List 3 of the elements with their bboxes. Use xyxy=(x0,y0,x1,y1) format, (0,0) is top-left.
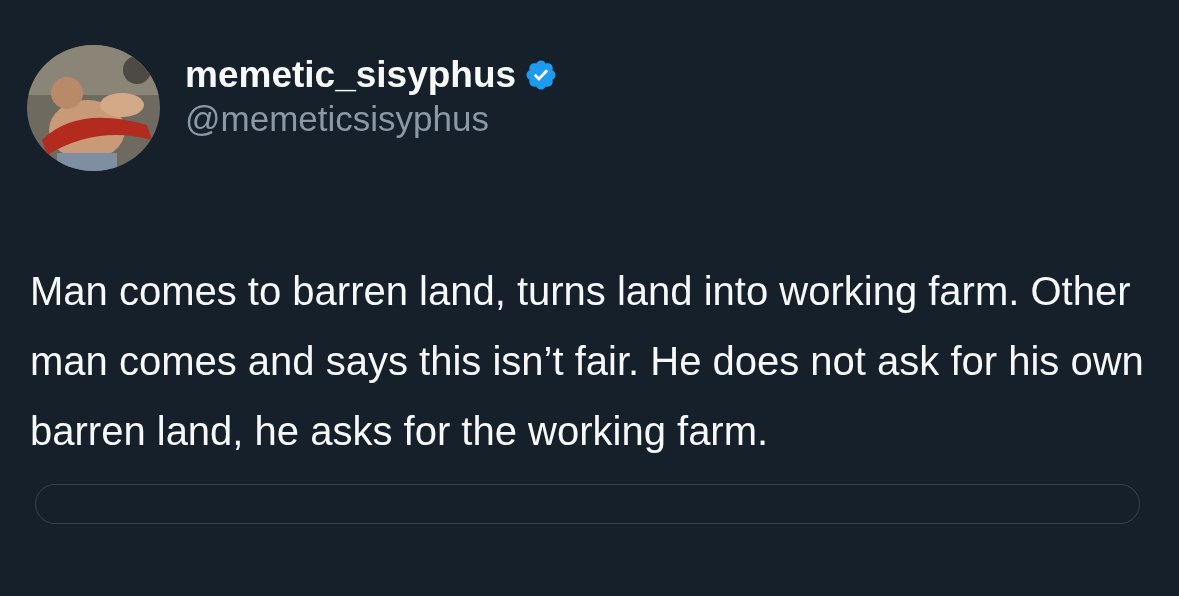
author-name[interactable]: memetic_sisyphus xyxy=(185,53,517,97)
tweet-text: Man comes to barren land, turns land into working farm. Other man comes and says this isn’t fair. He does not ask for his own barren land, he asks for the working farm. xyxy=(30,268,1145,455)
author-handle[interactable]: @memeticsisyphus xyxy=(185,97,559,141)
